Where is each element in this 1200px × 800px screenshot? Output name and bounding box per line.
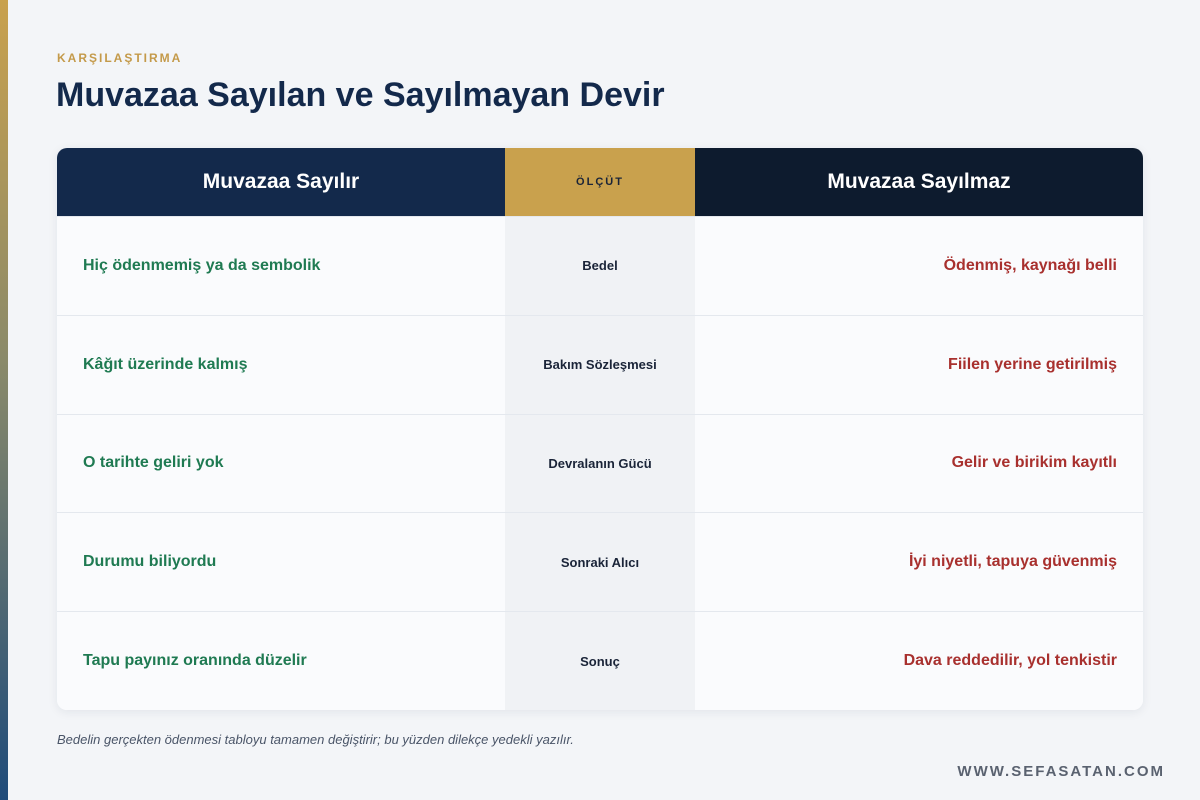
row-criterion-cell: Devralanın Gücü xyxy=(505,414,695,513)
website-link[interactable]: WWW.SEFASATAN.COM xyxy=(957,763,1165,780)
row-right-cell: Ödenmiş, kaynağı belli xyxy=(695,217,1143,315)
header-muvazaa-sayilmaz: Muvazaa Sayılmaz xyxy=(695,148,1143,216)
page-title: Muvazaa Sayılan ve Sayılmayan Devir xyxy=(56,76,665,114)
row-left-cell: Tapu payınız oranında düzelir xyxy=(57,612,505,710)
eyebrow-label: KARŞILAŞTIRMA xyxy=(57,51,183,65)
table-row: O tarihte geliri yok Devralanın Gücü Gel… xyxy=(57,413,1143,513)
table-row: Hiç ödenmemiş ya da sembolik Bedel Ödenm… xyxy=(57,216,1143,315)
row-criterion-cell: Bakım Sözleşmesi xyxy=(505,315,695,414)
row-right-cell: Dava reddedilir, yol tenkistir xyxy=(695,612,1143,710)
accent-bar xyxy=(0,0,8,800)
row-left-cell: Durumu biliyordu xyxy=(57,513,505,612)
table-row: Kâğıt üzerinde kalmış Bakım Sözleşmesi F… xyxy=(57,314,1143,414)
comparison-table: Muvazaa Sayılır ÖLÇÜT Muvazaa Sayılmaz H… xyxy=(57,148,1143,710)
header-muvazaa-sayilir: Muvazaa Sayılır xyxy=(57,148,505,216)
row-left-cell: Kâğıt üzerinde kalmış xyxy=(57,315,505,414)
table-header: Muvazaa Sayılır ÖLÇÜT Muvazaa Sayılmaz xyxy=(57,148,1143,216)
row-criterion-cell: Sonuç xyxy=(505,612,695,710)
row-criterion-cell: Bedel xyxy=(505,217,695,315)
table-row: Tapu payınız oranında düzelir Sonuç Dava… xyxy=(57,611,1143,710)
row-right-cell: İyi niyetli, tapuya güvenmiş xyxy=(695,513,1143,612)
header-olcut: ÖLÇÜT xyxy=(505,148,695,216)
row-right-cell: Gelir ve birikim kayıtlı xyxy=(695,414,1143,513)
row-right-cell: Fiilen yerine getirilmiş xyxy=(695,315,1143,414)
row-criterion-cell: Sonraki Alıcı xyxy=(505,513,695,612)
footnote: Bedelin gerçekten ödenmesi tabloyu tamam… xyxy=(57,732,574,747)
table-row: Durumu biliyordu Sonraki Alıcı İyi niyet… xyxy=(57,512,1143,612)
row-left-cell: Hiç ödenmemiş ya da sembolik xyxy=(57,217,505,315)
row-left-cell: O tarihte geliri yok xyxy=(57,414,505,513)
